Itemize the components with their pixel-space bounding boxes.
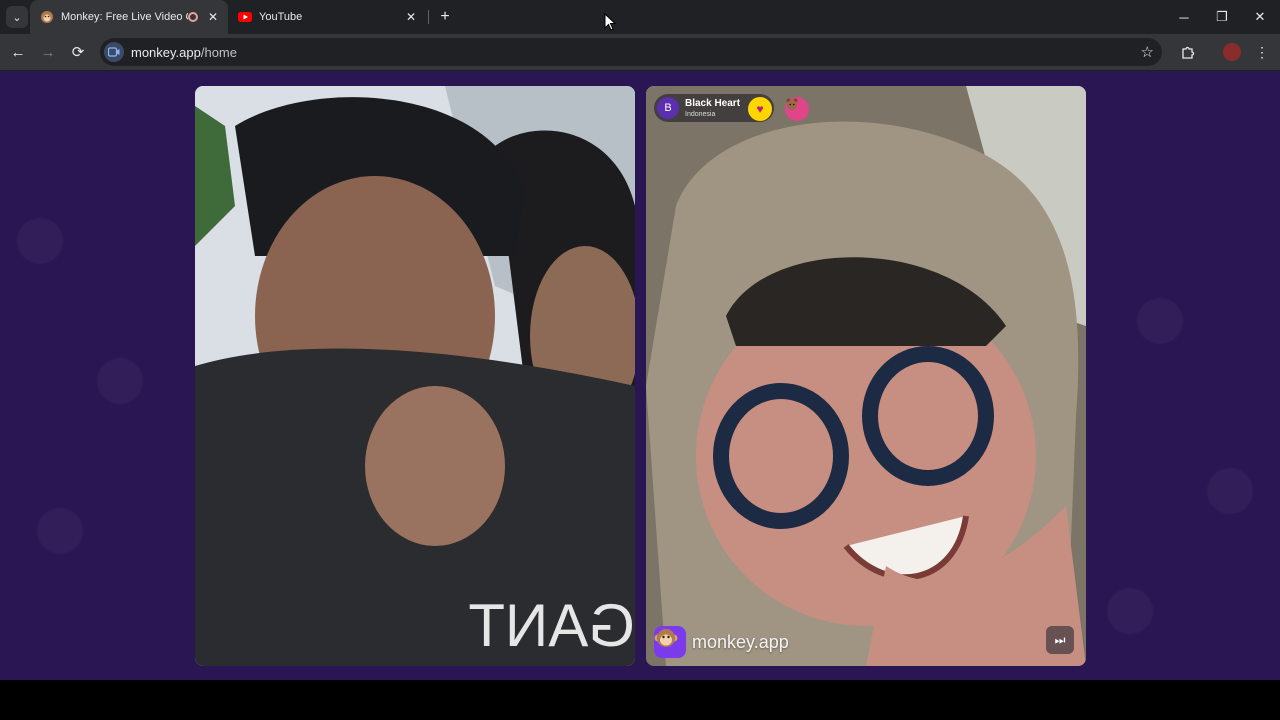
youtube-icon [238,10,252,24]
new-tab-button[interactable]: + [434,6,456,28]
url-text: monkey.app/home [131,45,237,60]
profile-icon [1223,43,1241,61]
close-window-button[interactable]: ✕ [1241,0,1279,34]
tab-monkey[interactable]: Monkey: Free Live Video Cl ✕ [30,0,228,34]
page-background [0,71,1280,680]
puzzle-icon[interactable] [1176,40,1200,64]
user-country: Indonesia [685,110,716,118]
user-name: Black Heart [685,97,741,109]
tab-search-button[interactable]: ⌄ [6,6,28,28]
user-initial-avatar: B [657,97,679,119]
local-video: GANT [195,86,635,666]
back-button[interactable]: ← [6,40,30,64]
url-path: /home [200,45,237,60]
close-tab-icon[interactable]: ✕ [206,10,220,24]
remote-video-frame [646,86,1086,666]
remote-video: B Black Heart Indonesia ♥ monkey.app ⏭ [646,86,1086,666]
restore-button[interactable]: ❐ [1203,0,1241,34]
user-info: Black Heart Indonesia [685,97,741,118]
avatar[interactable] [1220,40,1244,64]
monkey-icon [40,10,54,24]
local-video-frame: GANT [195,86,635,666]
svg-text:GANT: GANT [468,592,635,659]
skip-button[interactable]: ⏭ [1046,626,1074,654]
tab-strip: ⌄ Monkey: Free Live Video Cl ✕ YouTube ✕… [0,0,1280,34]
bottom-bar [0,680,1280,720]
address-bar[interactable]: monkey.app/home ☆ [100,38,1162,66]
browser-toolbar: ← → ⟳ monkey.app/home ☆ ⋮ [0,34,1280,71]
star-icon[interactable]: ☆ [1141,43,1154,61]
chevron-down-icon: ⌄ [12,11,22,24]
tab-separator [428,10,429,24]
monkey-logo-icon [654,626,686,658]
recording-indicator-icon [188,12,198,22]
kebab-menu-icon[interactable]: ⋮ [1250,40,1274,64]
tab-youtube[interactable]: YouTube ✕ [230,0,426,34]
site-info-icon[interactable] [104,42,124,62]
tab-title: Monkey: Free Live Video Cl [61,11,188,23]
mouse-cursor-icon [604,13,616,31]
heart-icon[interactable]: ♥ [748,97,772,121]
forward-button[interactable]: → [36,40,60,64]
minimize-button[interactable]: ─ [1165,0,1203,34]
brand-watermark: monkey.app [654,626,789,658]
brand-text: monkey.app [692,631,789,652]
url-host: monkey.app [131,45,201,60]
tab-title: YouTube [259,11,303,23]
close-tab-icon[interactable]: ✕ [404,10,418,24]
reload-button[interactable]: ⟳ [66,40,90,64]
bear-icon[interactable] [785,97,809,121]
